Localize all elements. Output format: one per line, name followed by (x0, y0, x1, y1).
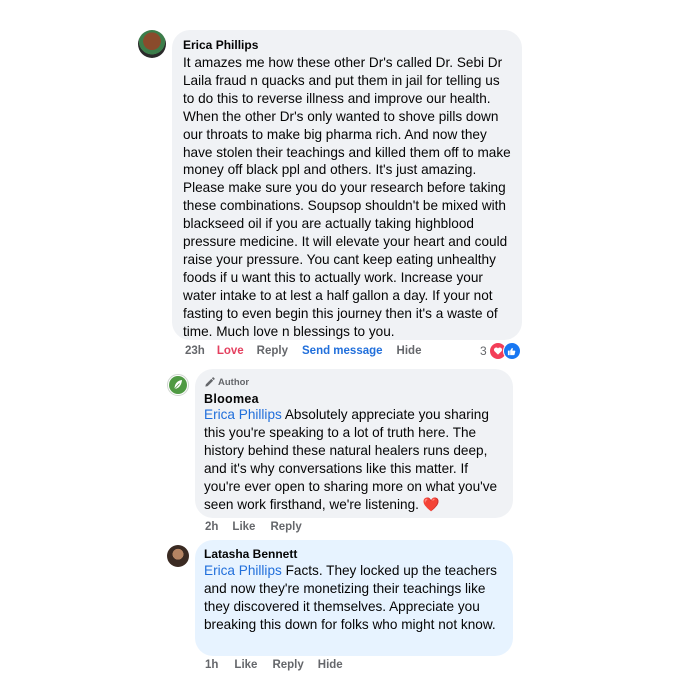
love-button[interactable]: Love (217, 345, 244, 357)
comment-bubble: Erica Phillips It amazes me how these ot… (172, 30, 522, 340)
heart-emoji: ❤️ (422, 496, 440, 512)
reaction-summary[interactable]: 3 (480, 342, 521, 360)
like-reaction-icon (502, 342, 521, 360)
reply-button[interactable]: Reply (257, 345, 288, 357)
comment-timestamp[interactable]: 1h (205, 659, 218, 671)
reply-bubble: Latasha Bennett Erica Phillips Facts. Th… (195, 540, 513, 656)
comment-timestamp[interactable]: 2h (205, 521, 218, 533)
like-button[interactable]: Like (232, 521, 255, 533)
leaf-logo (169, 376, 187, 394)
comment-author-name[interactable]: Bloomea (204, 392, 504, 406)
comment-timestamp[interactable]: 23h (185, 345, 205, 357)
avatar-bloomea[interactable] (167, 374, 189, 396)
avatar-erica-phillips[interactable] (138, 30, 166, 58)
hide-button[interactable]: Hide (397, 345, 422, 357)
comment-actions: 23h Love Reply Send message Hide (185, 345, 525, 357)
reply-button[interactable]: Reply (272, 659, 303, 671)
comment-body: Absolutely appreciate you sharing this y… (204, 407, 498, 512)
pencil-icon (205, 376, 215, 387)
reaction-count: 3 (480, 344, 487, 358)
reply-bubble: Author Bloomea Erica Phillips Absolutely… (195, 369, 513, 518)
comment-text: It amazes me how these other Dr's called… (183, 55, 511, 339)
hide-button[interactable]: Hide (318, 659, 343, 671)
mention-link[interactable]: Erica Phillips (204, 563, 282, 578)
author-badge: Author (204, 375, 504, 389)
like-button[interactable]: Like (234, 659, 257, 671)
comment-author-name[interactable]: Erica Phillips (183, 38, 511, 52)
comment-text: Erica Phillips Facts. They locked up the… (204, 562, 504, 634)
comment-actions: 1h Like Reply Hide (205, 659, 357, 671)
send-message-button[interactable]: Send message (302, 345, 383, 357)
author-badge-label: Author (218, 376, 250, 388)
comment-actions: 2h Like Reply (205, 521, 316, 533)
avatar-latasha-bennett[interactable] (167, 545, 189, 567)
mention-link[interactable]: Erica Phillips (204, 407, 282, 422)
reply-button[interactable]: Reply (270, 521, 301, 533)
comment-text: Erica Phillips Absolutely appreciate you… (204, 406, 504, 513)
comment-author-name[interactable]: Latasha Bennett (204, 547, 504, 561)
